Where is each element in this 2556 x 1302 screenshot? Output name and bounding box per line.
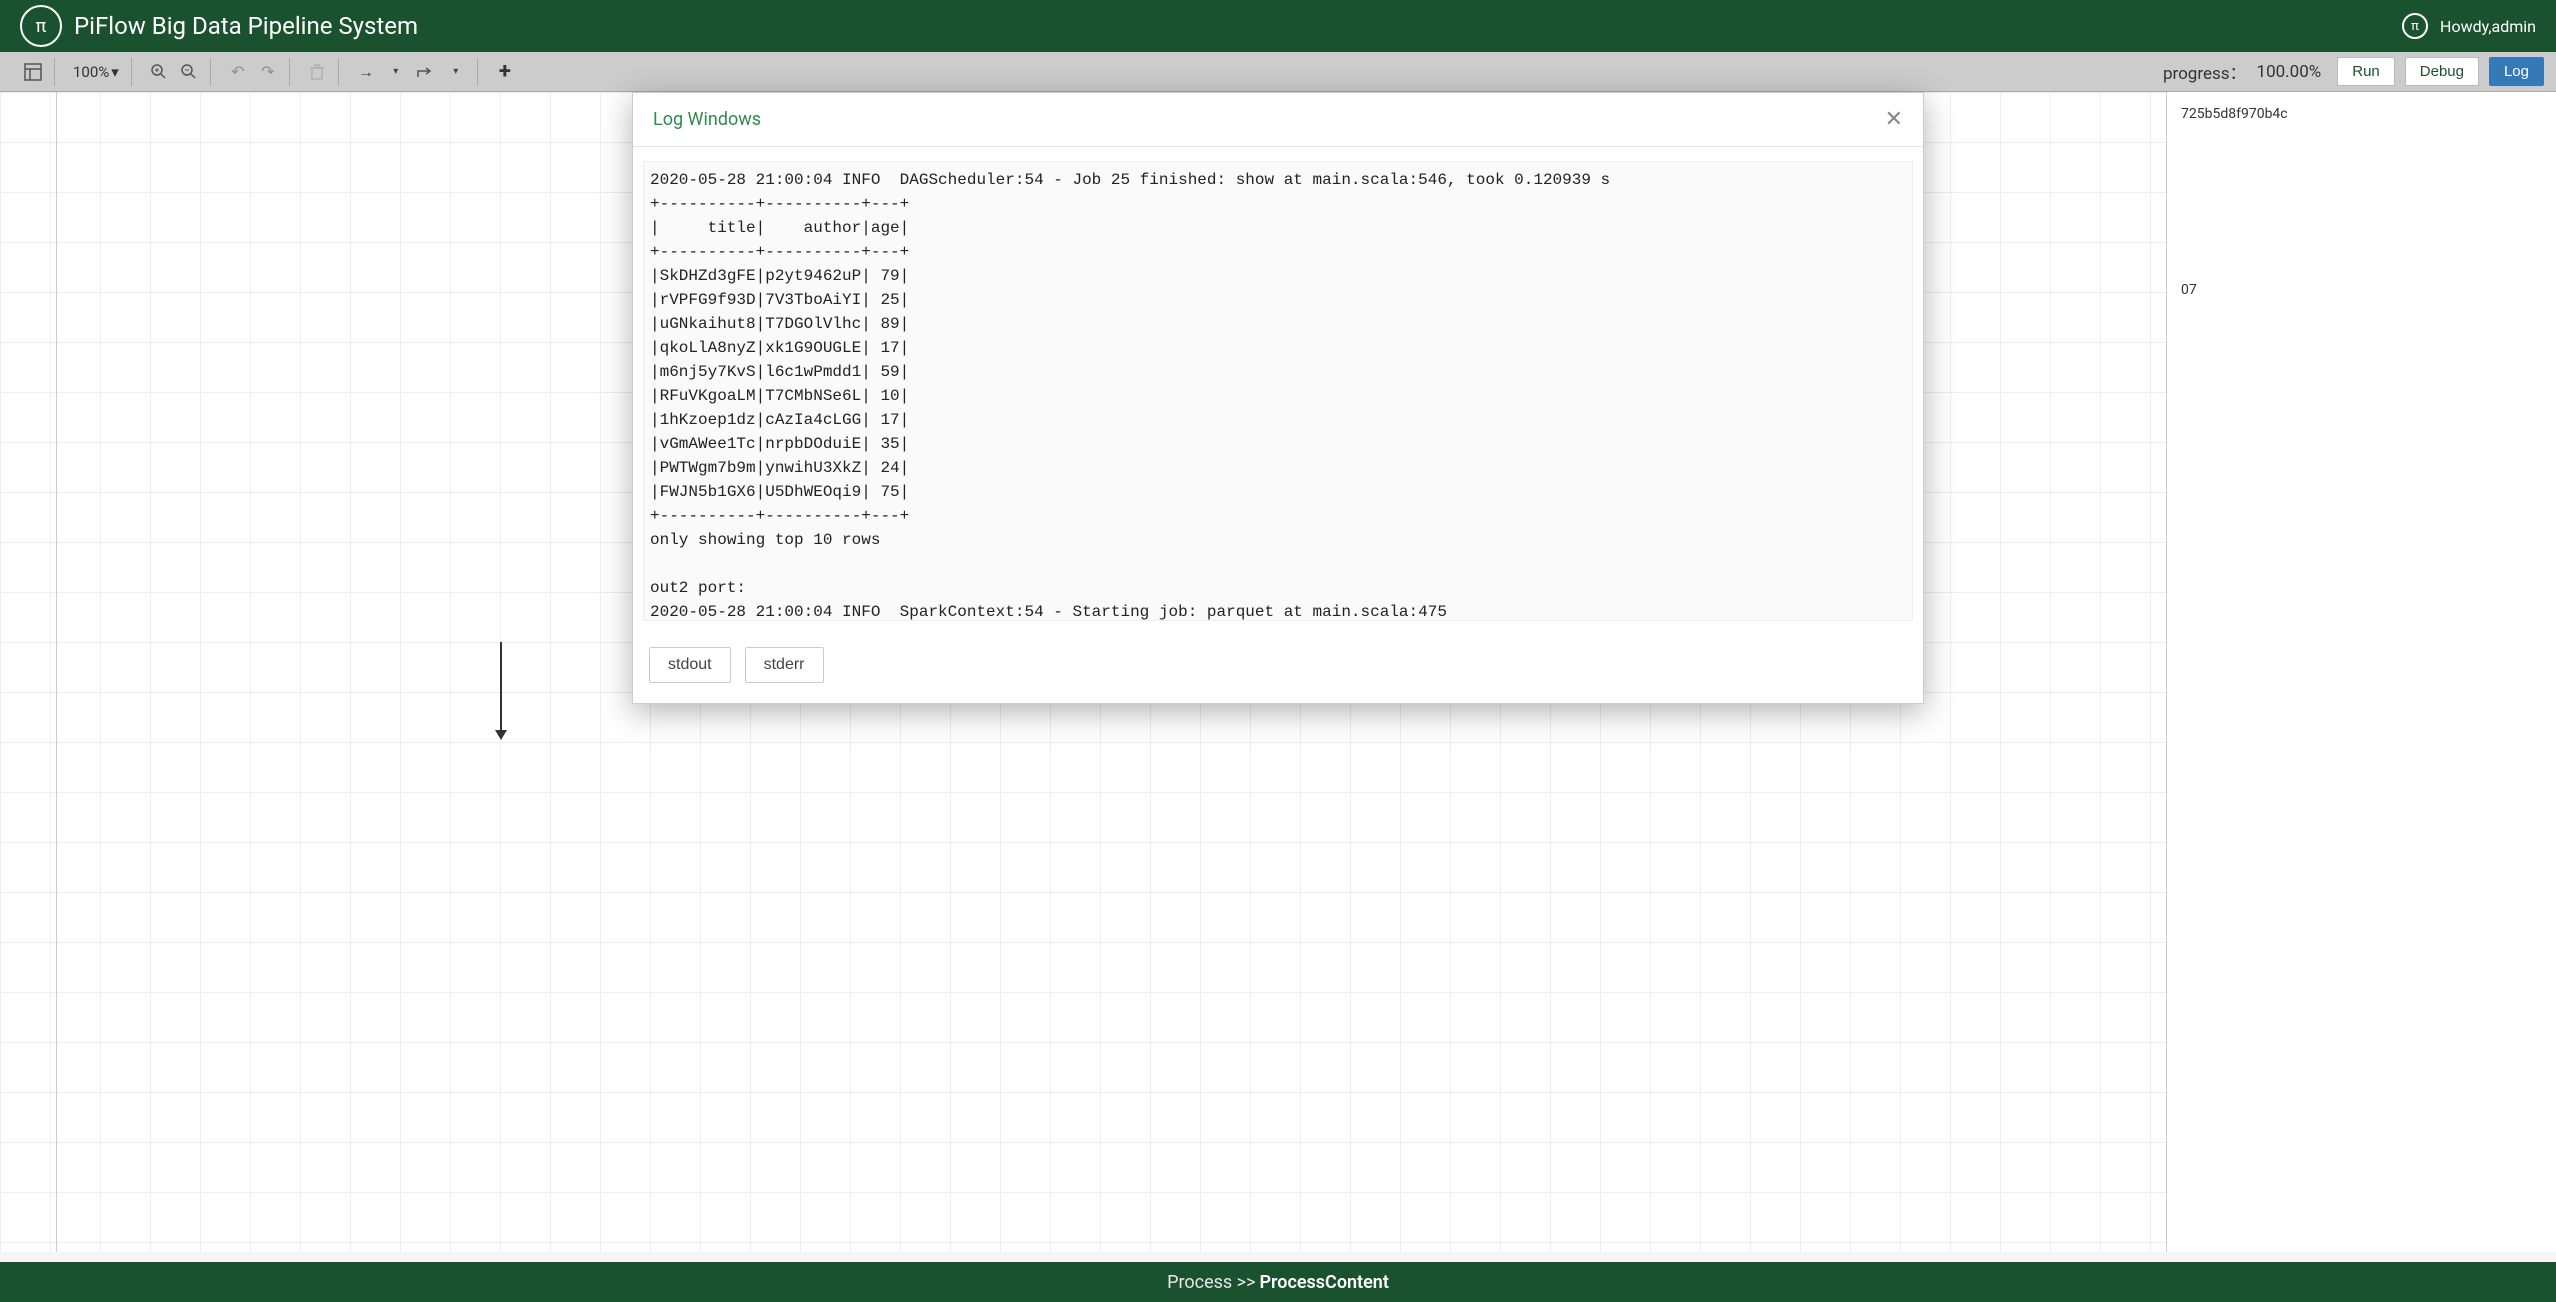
breadcrumb-prefix: Process >>: [1167, 1272, 1255, 1293]
modal-footer: stdout stderr: [633, 635, 1923, 703]
header-left: π PiFlow Big Data Pipeline System: [20, 5, 418, 47]
zoom-out-icon[interactable]: [176, 59, 202, 85]
close-icon[interactable]: ✕: [1885, 107, 1903, 132]
progress-value: 100.00%: [2257, 62, 2322, 82]
toolbar: 100% ▾ ↶ ↷ → ▾ ▾: [0, 52, 2556, 92]
zoom-in-icon[interactable]: [146, 59, 172, 85]
header-right: π Howdy,admin: [2402, 13, 2536, 39]
debug-button[interactable]: Debug: [2405, 57, 2479, 86]
progress-label: progress：: [2163, 59, 2247, 84]
user-greeting[interactable]: Howdy,admin: [2440, 17, 2536, 36]
property-hash-1: 725b5d8f970b4c: [2181, 106, 2542, 122]
chevron-down-small-icon[interactable]: ▾: [383, 59, 409, 85]
properties-panel: 725b5d8f970b4c 07: [2166, 92, 2556, 1252]
connector-icon[interactable]: [413, 59, 439, 85]
log-modal: Log Windows ✕ 2020-05-28 21:00:04 INFO D…: [632, 92, 1924, 704]
zoom-dropdown[interactable]: 100% ▾: [69, 63, 123, 81]
app-logo-icon: π: [20, 5, 62, 47]
stdout-tab[interactable]: stdout: [649, 647, 731, 683]
log-output[interactable]: 2020-05-28 21:00:04 INFO DAGScheduler:54…: [643, 161, 1913, 621]
redo-icon[interactable]: ↷: [255, 59, 281, 85]
app-header: π PiFlow Big Data Pipeline System π Howd…: [0, 0, 2556, 52]
zoom-level: 100%: [73, 63, 109, 81]
modal-header: Log Windows ✕: [633, 93, 1923, 147]
canvas-ruler-border: [56, 92, 57, 1252]
layout-icon[interactable]: [20, 59, 46, 85]
footer-breadcrumb: Process >> ProcessContent: [0, 1262, 2556, 1302]
user-icon[interactable]: π: [2402, 13, 2428, 39]
arrow-right-icon[interactable]: →: [353, 59, 379, 85]
modal-title: Log Windows: [653, 109, 761, 130]
modal-body: 2020-05-28 21:00:04 INFO DAGScheduler:54…: [633, 147, 1923, 635]
chevron-down-icon: ▾: [111, 63, 119, 81]
run-button[interactable]: Run: [2337, 57, 2395, 86]
stderr-tab[interactable]: stderr: [745, 647, 824, 683]
log-button[interactable]: Log: [2489, 57, 2544, 86]
toolbar-left: 100% ▾ ↶ ↷ → ▾ ▾: [12, 58, 526, 86]
chevron-down-small2-icon[interactable]: ▾: [443, 59, 469, 85]
flow-arrow-icon: [500, 642, 502, 732]
app-title: PiFlow Big Data Pipeline System: [74, 12, 418, 40]
breadcrumb-page: ProcessContent: [1260, 1272, 1389, 1293]
toolbar-right: progress： 100.00% Run Debug Log: [2163, 57, 2544, 86]
property-hash-2: 07: [2181, 282, 2542, 298]
delete-icon[interactable]: [304, 59, 330, 85]
undo-icon[interactable]: ↶: [225, 59, 251, 85]
add-icon[interactable]: +: [492, 59, 518, 85]
